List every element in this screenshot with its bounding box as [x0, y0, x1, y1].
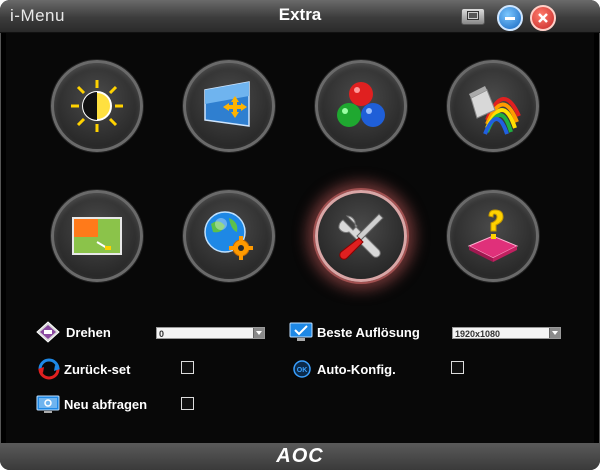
drehen-label: Drehen — [66, 325, 111, 340]
option-drehen: Drehen 0 — [36, 321, 296, 345]
image-setup-button[interactable] — [183, 60, 275, 152]
neu-abfragen-checkbox[interactable] — [181, 397, 194, 410]
drehen-select[interactable]: 0 — [156, 327, 265, 339]
color-setup-icon — [337, 82, 385, 127]
close-button[interactable] — [530, 5, 556, 31]
picture-boost-icon — [469, 86, 521, 135]
minimize-button[interactable] — [497, 5, 523, 31]
osd-setup-icon — [72, 217, 122, 255]
auto-config-icon: OK — [293, 360, 311, 378]
exit-icon — [467, 209, 519, 262]
color-setup-button[interactable] — [315, 60, 407, 152]
imenu-window: i-Menu Extra Drehen 0 Beste Auflösung 19… — [0, 0, 600, 470]
auto-konfig-label: Auto-Konfig. — [317, 362, 396, 377]
beste-aufloesung-value: 1920x1080 — [455, 329, 501, 339]
screen-settings-button[interactable] — [461, 8, 485, 25]
zurueck-set-label: Zurück-set — [64, 362, 131, 377]
image-setup-icon — [204, 81, 250, 127]
globe-gear-icon — [204, 211, 253, 260]
option-auto-konfig: OK Auto-Konfig. — [289, 358, 489, 382]
option-beste-aufloesung: Beste Auflösung 1920x1080 — [289, 321, 589, 345]
close-icon — [538, 13, 548, 23]
luminance-button[interactable] — [51, 60, 143, 152]
reset-icon — [38, 358, 60, 380]
title-bar: i-Menu Extra — [0, 0, 600, 33]
brightness-icon — [71, 80, 123, 132]
beste-aufloesung-select[interactable]: 1920x1080 — [452, 327, 561, 339]
main-content: Drehen 0 Beste Auflösung 1920x1080 Zurüc… — [6, 33, 594, 443]
screen-icon — [467, 11, 479, 20]
neu-abfragen-label: Neu abfragen — [64, 397, 148, 412]
tools-icon — [338, 213, 384, 260]
svg-text:OK: OK — [297, 367, 308, 374]
option-zurueck-set: Zurück-set — [36, 358, 236, 382]
drehen-value: 0 — [159, 329, 165, 339]
monitor-check-icon — [289, 322, 313, 341]
picture-boost-button[interactable] — [447, 60, 539, 152]
minus-icon — [505, 17, 515, 20]
footer-bar: AOC — [0, 443, 600, 470]
auto-konfig-checkbox[interactable] — [451, 361, 464, 374]
exit-button[interactable] — [447, 190, 539, 282]
extra-settings-button[interactable] — [183, 190, 275, 282]
chevron-down-icon — [253, 328, 264, 338]
osd-setup-button[interactable] — [51, 190, 143, 282]
zurueck-set-checkbox[interactable] — [181, 361, 194, 374]
extra-button[interactable] — [315, 190, 407, 282]
chevron-down-icon — [549, 328, 560, 338]
beste-aufloesung-label: Beste Auflösung — [317, 325, 420, 340]
monitor-refresh-icon — [36, 395, 60, 413]
option-neu-abfragen: Neu abfragen — [36, 393, 236, 417]
rotate-screen-icon — [36, 321, 60, 343]
aoc-logo: AOC — [276, 445, 324, 467]
